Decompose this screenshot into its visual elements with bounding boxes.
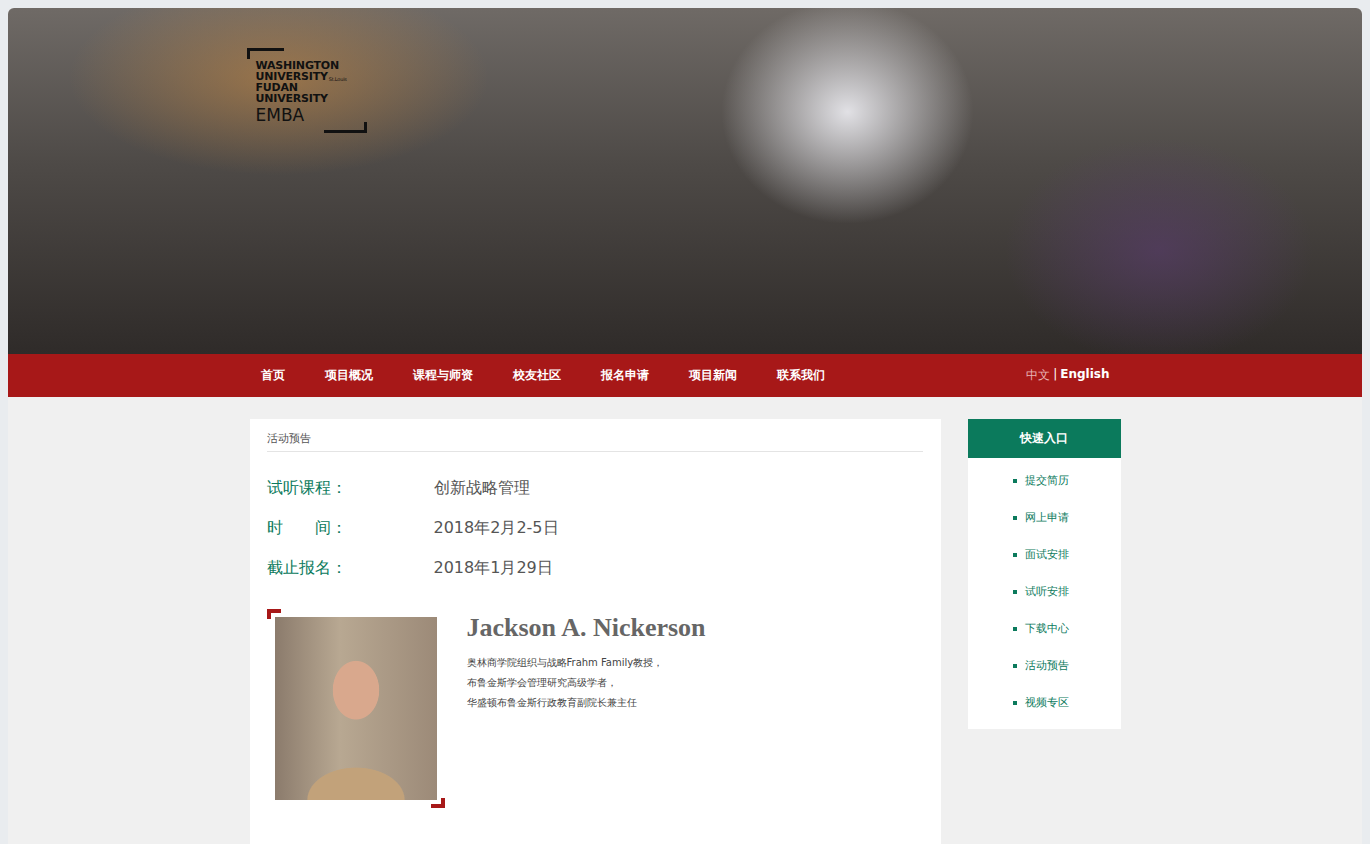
logo-line: UNIVERSITYSt.Louis [256, 71, 347, 82]
quick-link[interactable]: 下载中心 [1013, 621, 1121, 637]
logo-line: WASHINGTON [256, 60, 347, 71]
bullet-icon [1013, 701, 1017, 705]
bullet-icon [1013, 516, 1017, 520]
quick-link[interactable]: 活动预告 [1013, 658, 1121, 674]
event-info-row: 时 间：2018年2月2-5日 [267, 517, 923, 539]
speaker: Jackson A. Nickerson 奥林商学院组织与战略Frahm Fami… [267, 609, 923, 808]
speaker-title: 华盛顿布鲁金斯行政教育副院长兼主任 [467, 693, 706, 713]
program-logo[interactable]: WASHINGTONUNIVERSITYSt.LouisFUDANUNIVERS… [250, 48, 357, 133]
bullet-icon [1013, 590, 1017, 594]
language-option[interactable]: 中文 [1026, 367, 1050, 384]
nav-item[interactable]: 联系我们 [777, 367, 825, 384]
breadcrumb: 活动预告 [267, 431, 923, 452]
nav-item[interactable]: 校友社区 [513, 367, 561, 384]
event-card: 活动预告试听课程：创新战略管理时 间：2018年2月2-5日截止报名：2018年… [250, 419, 941, 844]
speaker-photo [275, 617, 437, 800]
speaker-name: Jackson A. Nickerson [467, 613, 706, 643]
page: WASHINGTONUNIVERSITYSt.LouisFUDANUNIVERS… [8, 8, 1362, 844]
quick-links-title: 快速入口 [968, 419, 1121, 458]
language-switch: 中文|English [1026, 367, 1109, 384]
nav-item[interactable]: 首页 [261, 367, 285, 384]
logo-line: FUDAN [256, 82, 347, 93]
quick-link[interactable]: 网上申请 [1013, 510, 1121, 526]
speaker-photo-frame [267, 609, 445, 808]
nav-item[interactable]: 课程与师资 [413, 367, 473, 384]
bullet-icon [1013, 627, 1017, 631]
event-info-row: 试听课程：创新战略管理 [267, 477, 923, 499]
nav-item[interactable]: 项目概况 [325, 367, 373, 384]
event-info-row: 截止报名：2018年1月29日 [267, 557, 923, 579]
language-option[interactable]: English [1060, 367, 1109, 384]
speaker-title: 奥林商学院组织与战略Frahm Family教授， [467, 653, 706, 673]
bullet-icon [1013, 479, 1017, 483]
quick-link[interactable]: 提交简历 [1013, 473, 1121, 489]
quick-link[interactable]: 试听安排 [1013, 584, 1121, 600]
language-separator: | [1053, 367, 1057, 384]
quick-link[interactable]: 面试安排 [1013, 547, 1121, 563]
quick-links: 快速入口提交简历网上申请面试安排试听安排下载中心活动预告视频专区 [968, 419, 1121, 729]
logo-line: UNIVERSITY [256, 93, 347, 104]
main-nav: 首页 项目概况 课程与师资 校友社区 报名申请 项目新闻 联系我们 中文|English [8, 354, 1362, 397]
nav-item[interactable]: 项目新闻 [689, 367, 737, 384]
nav-item[interactable]: 报名申请 [601, 367, 649, 384]
logo-program: EMBA [256, 105, 347, 125]
hero-banner: WASHINGTONUNIVERSITYSt.LouisFUDANUNIVERS… [8, 8, 1362, 354]
speaker-title: 布鲁金斯学会管理研究高级学者， [467, 673, 706, 693]
bullet-icon [1013, 553, 1017, 557]
bullet-icon [1013, 664, 1017, 668]
quick-link[interactable]: 视频专区 [1013, 695, 1121, 711]
